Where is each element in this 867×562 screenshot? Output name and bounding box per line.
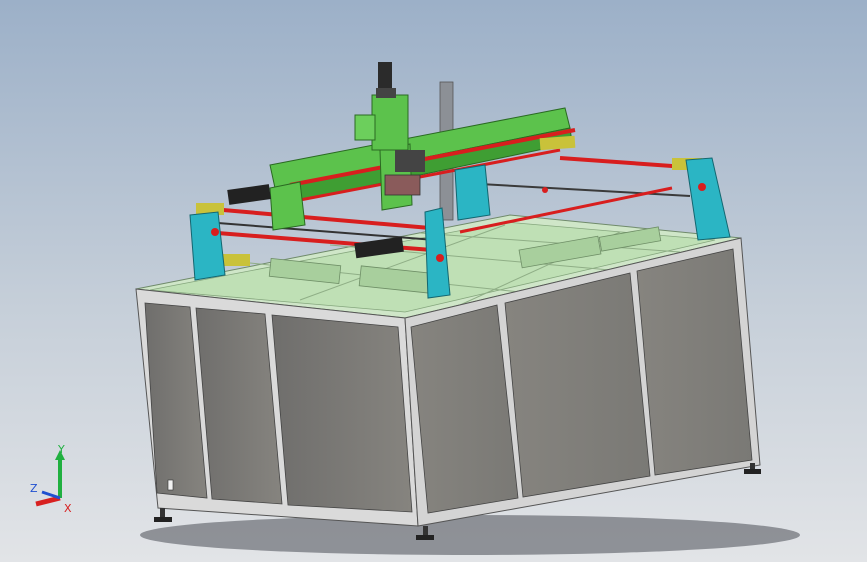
y-axis-label: Y (57, 443, 65, 456)
cabinet-left-face (135, 288, 419, 527)
cabinet-lock (167, 479, 174, 491)
floor-shadow (140, 515, 800, 555)
x-axis-label: X (64, 502, 72, 515)
z-axis-label: Z (30, 482, 38, 495)
machine-model[interactable] (0, 0, 867, 562)
3d-viewport[interactable]: Y Z X (0, 0, 867, 562)
z-axis-arrow (41, 490, 61, 500)
x-axis-arrow (35, 495, 61, 507)
coordinate-triad: Y Z X (30, 443, 72, 515)
